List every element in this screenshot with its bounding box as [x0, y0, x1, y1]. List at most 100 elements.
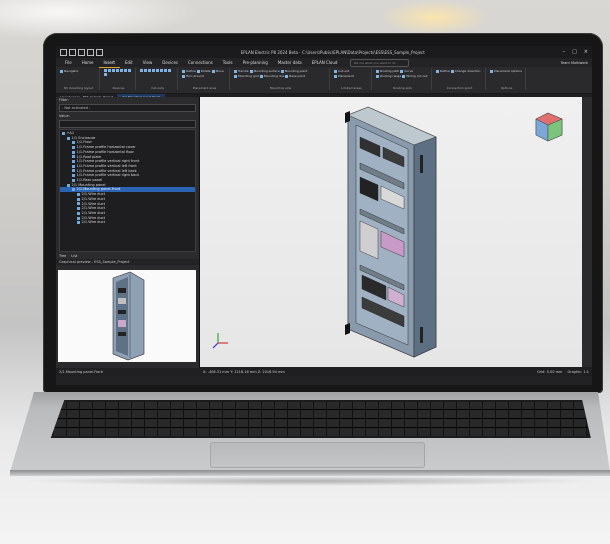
- ribbon-tool-icon[interactable]: [168, 69, 171, 72]
- filter-select[interactable]: - Not activated -: [59, 104, 196, 112]
- ribbon-button-define[interactable]: Define: [182, 69, 196, 73]
- ribbon-tool-icon[interactable]: [152, 69, 155, 72]
- window-title: EPLAN Electric P8 2024 Beta - C:\Users\P…: [240, 49, 425, 55]
- ribbon-button-label: Routing range: [380, 74, 402, 78]
- ribbon-group-label: Routing aids: [393, 86, 412, 90]
- ribbon-button-cut-out[interactable]: Cut-out: [334, 69, 349, 73]
- minimize-button[interactable]: –: [563, 49, 566, 55]
- tool-icon: [249, 69, 253, 73]
- ribbon-button-label: Rotate: [200, 69, 211, 73]
- menu-tab-view[interactable]: View: [138, 58, 158, 67]
- maximize-button[interactable]: □: [572, 49, 577, 55]
- ribbon-button-mounting-line[interactable]: Mounting line: [259, 74, 284, 78]
- ribbon-button-base-point[interactable]: Base point: [285, 74, 305, 78]
- ribbon-tool-icon[interactable]: [156, 69, 159, 72]
- ribbon-button-label: Navigator: [64, 69, 79, 73]
- open-icon[interactable]: [69, 48, 76, 56]
- new-icon[interactable]: [60, 48, 67, 56]
- tool-icon: [164, 69, 167, 72]
- tool-icon: [490, 69, 493, 73]
- tab-tree[interactable]: Tree: [59, 254, 66, 258]
- trackpad: [210, 442, 425, 468]
- tool-icon: [402, 74, 406, 78]
- tab-list[interactable]: List: [71, 254, 77, 258]
- undo-icon[interactable]: [87, 48, 94, 56]
- properties-sidebar[interactable]: [582, 97, 592, 376]
- menu-tab-insert[interactable]: Insert: [98, 58, 120, 68]
- menu-tab-home[interactable]: Home: [77, 58, 99, 67]
- ribbon-button-define[interactable]: Define: [436, 69, 450, 73]
- 3d-viewport[interactable]: [200, 97, 582, 367]
- close-button[interactable]: ×: [584, 49, 588, 55]
- device-icon: [77, 202, 80, 206]
- search-input[interactable]: Tell me what you want to do: [350, 58, 410, 67]
- ribbon-button-mounting-point[interactable]: Mounting point: [280, 69, 307, 73]
- ribbon-tool-icon[interactable]: [104, 73, 107, 76]
- ribbon-tool-icon[interactable]: [112, 69, 115, 72]
- ribbon-tool-icon[interactable]: [164, 69, 167, 72]
- ribbon-button-rotate[interactable]: Rotate: [196, 69, 211, 73]
- device-icon: [72, 164, 75, 168]
- graphical-preview: [58, 270, 196, 362]
- tool-icon: [108, 69, 111, 72]
- ribbon-button-label: Routing path: [380, 69, 400, 73]
- ribbon-button-mounting-surface[interactable]: Mounting surface: [249, 69, 280, 73]
- tool-icon: [259, 74, 263, 78]
- ribbon-button-move[interactable]: Move: [211, 69, 224, 73]
- tool-icon: [128, 69, 131, 72]
- ribbon-button-curve[interactable]: Curve: [400, 69, 413, 73]
- ribbon-group-label: 3D mounting layout: [63, 86, 94, 90]
- taskbar: [56, 376, 592, 385]
- layout-tree[interactable]: +A1 1/1 Enclosure 1/1.Floor 1/1.Frame profi…: [59, 129, 196, 252]
- ribbon-button-turn-around[interactable]: Turn around: [182, 74, 204, 78]
- ribbon-tool-icon[interactable]: [116, 69, 119, 72]
- tree-node[interactable]: 2/1.Wire duct: [60, 220, 195, 225]
- ribbon-button-mounting-grid[interactable]: Mounting grid: [234, 74, 259, 78]
- menu-tab-connections[interactable]: Connections: [183, 58, 218, 67]
- menu-tab-devices[interactable]: Devices: [157, 58, 183, 67]
- ribbon-tool-icon[interactable]: [144, 69, 147, 72]
- menu-tab-master-data[interactable]: Master data: [273, 58, 307, 67]
- ribbon-group-8: Placement options Options: [488, 68, 526, 90]
- device-icon: [77, 216, 80, 220]
- redo-icon[interactable]: [96, 48, 103, 56]
- tool-icon: [376, 74, 379, 78]
- menu-tab-file[interactable]: File: [60, 58, 77, 67]
- ribbon-tool-icon[interactable]: [104, 69, 107, 72]
- ribbon-tool-icon[interactable]: [148, 69, 151, 72]
- ribbon: Navigator 3D mounting layout Devices Cut-ou…: [56, 67, 592, 94]
- ribbon-group-1: Devices: [102, 68, 136, 90]
- tool-icon: [182, 74, 185, 78]
- device-icon: [77, 197, 80, 201]
- ribbon-tool-icon[interactable]: [140, 69, 143, 72]
- menu-tab-edit[interactable]: Edit: [120, 58, 138, 67]
- value-input[interactable]: [59, 120, 196, 128]
- ribbon-tool-icon[interactable]: [128, 69, 131, 72]
- ribbon-tool-icon[interactable]: [160, 69, 163, 72]
- ribbon-group-label: Connection point: [446, 86, 473, 90]
- menu-tab-eplan-cloud[interactable]: EPLAN Cloud: [307, 58, 343, 67]
- ribbon-button-change-direction[interactable]: Change direction: [450, 69, 480, 73]
- device-icon: [72, 141, 75, 145]
- ribbon-button-placement-options[interactable]: Placement options: [490, 69, 522, 73]
- ribbon-button-routing-range[interactable]: Routing range: [376, 74, 401, 78]
- ribbon-button-navigator[interactable]: Navigator: [60, 69, 79, 73]
- ribbon-button-label: Curve: [404, 69, 414, 73]
- status-bar: X: -406.31 mm Y: 1218.16 mm Z: 2016.94 m…: [200, 367, 592, 376]
- ribbon-button-routing-path[interactable]: Routing path: [376, 69, 399, 73]
- ribbon-button-handle[interactable]: Handle: [234, 69, 249, 73]
- ribbon-tool-icon[interactable]: [124, 69, 127, 72]
- filter-label: Filter:: [59, 98, 69, 102]
- device-icon: [72, 155, 75, 159]
- device-icon: [62, 131, 65, 135]
- device-icon: [77, 221, 80, 225]
- save-icon[interactable]: [78, 48, 85, 56]
- menu-tab-tools[interactable]: Tools: [218, 58, 238, 67]
- ribbon-button-placement[interactable]: Placement: [334, 74, 354, 78]
- tool-icon: [280, 69, 284, 73]
- ribbon-tool-icon[interactable]: [108, 69, 111, 72]
- background-light: [380, 0, 490, 35]
- menu-tab-pre-planning[interactable]: Pre-planning: [238, 58, 273, 67]
- ribbon-tool-icon[interactable]: [120, 69, 123, 72]
- ribbon-button-wiring-cut-out[interactable]: Wiring cut-out: [402, 74, 428, 78]
